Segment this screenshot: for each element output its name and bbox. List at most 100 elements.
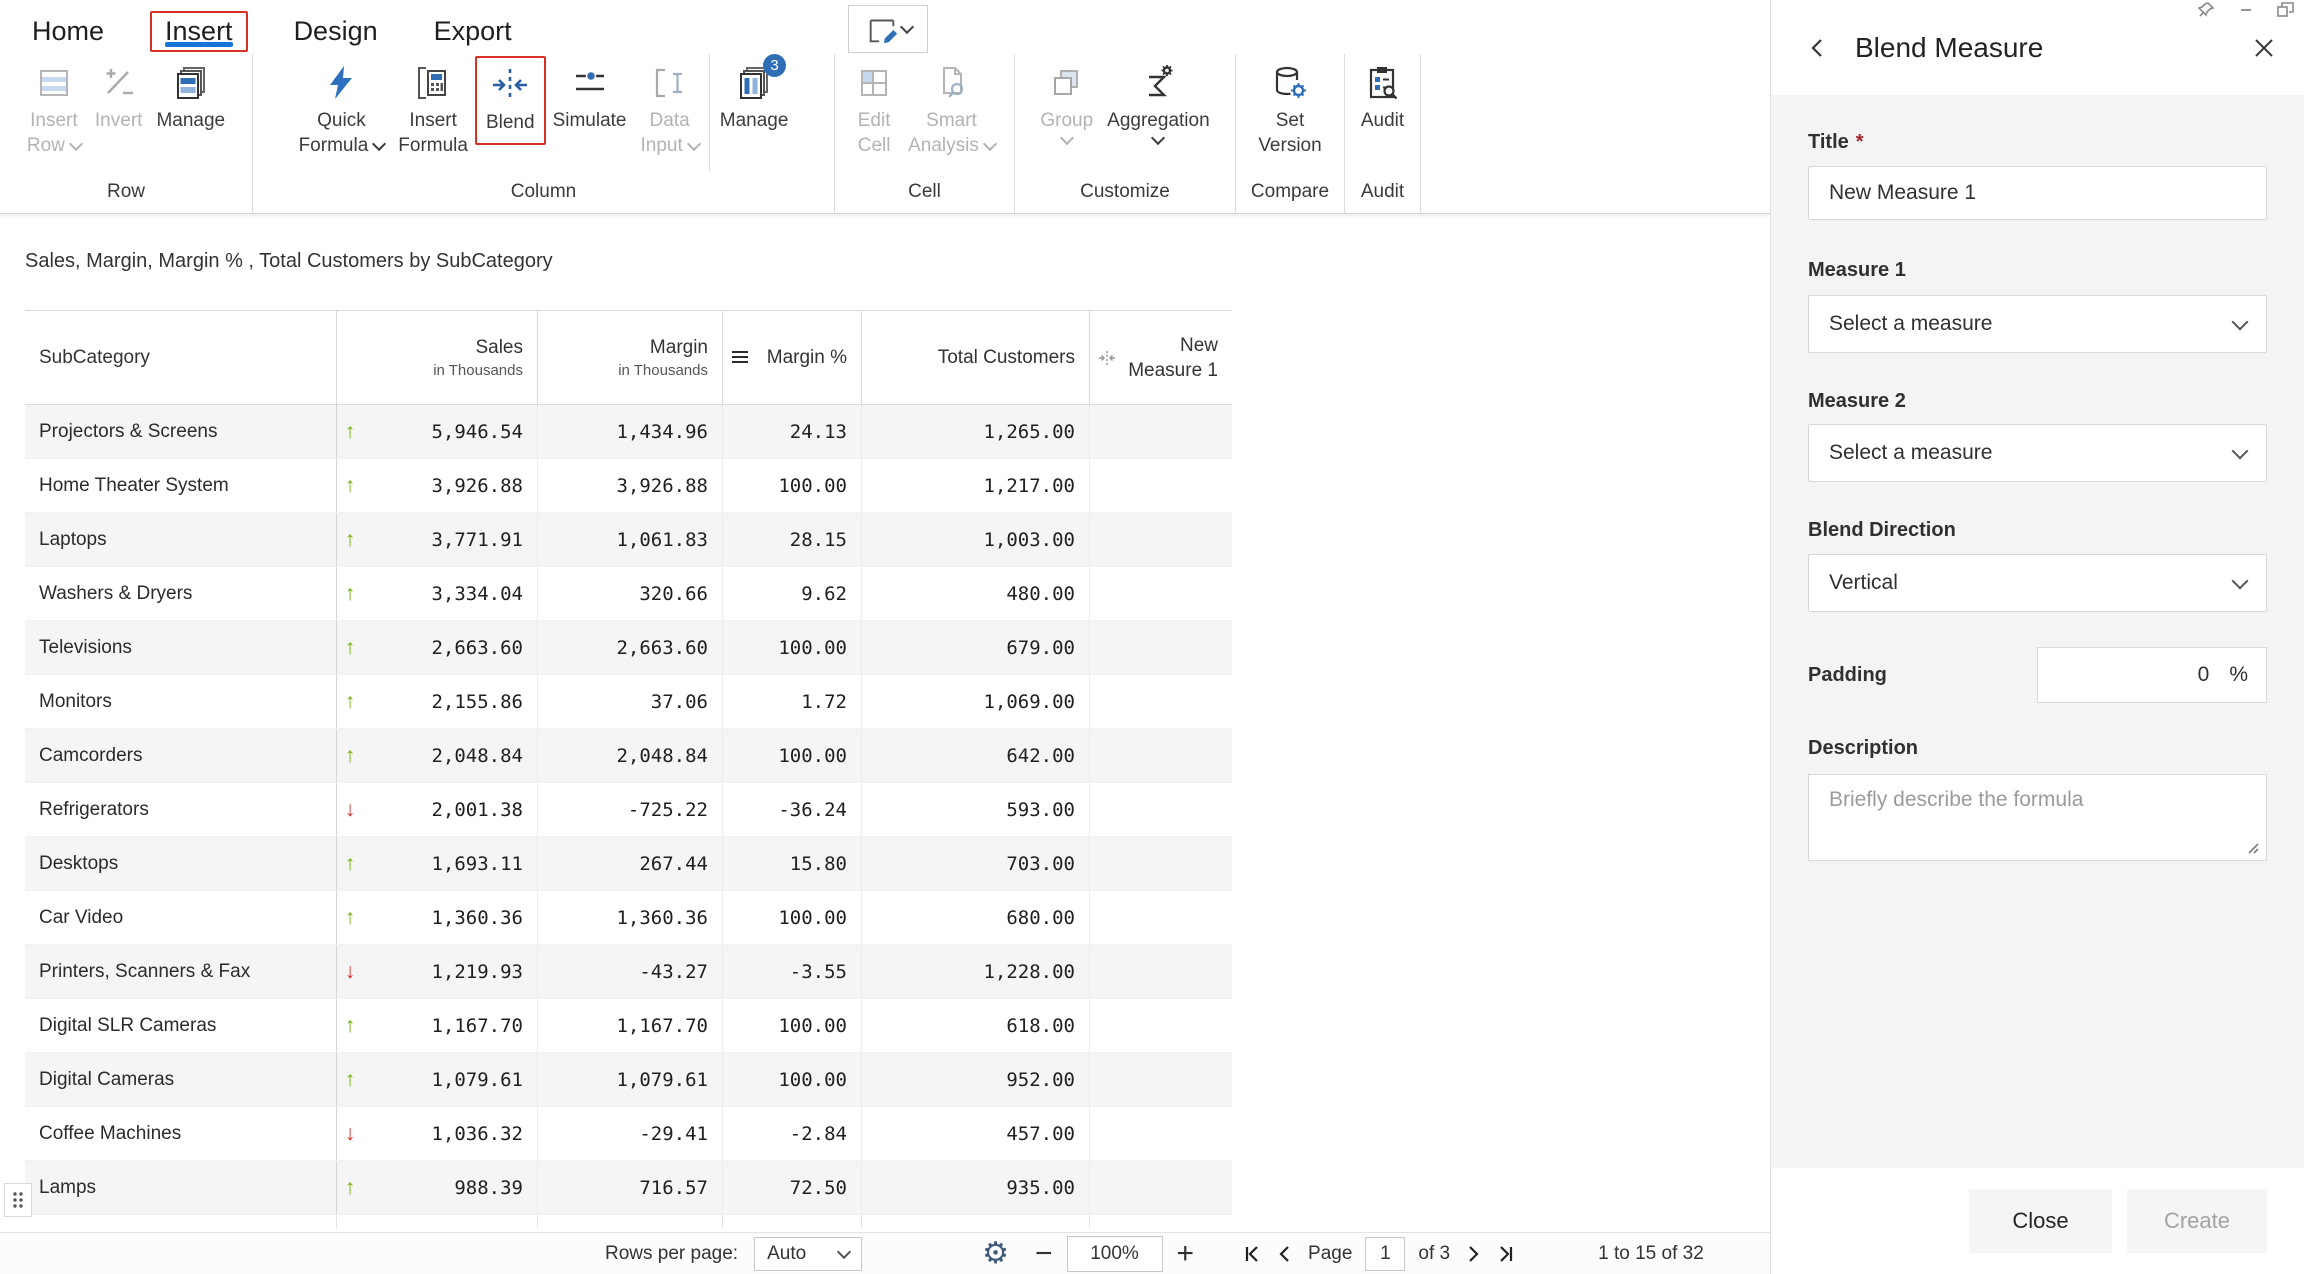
cell-total-customers[interactable]: 1,069.00	[861, 675, 1089, 728]
cell-total-customers[interactable]: 593.00	[861, 783, 1089, 836]
cell-new-measure[interactable]	[1089, 729, 1232, 782]
edit-layout-button[interactable]	[848, 5, 928, 53]
page-number-input[interactable]	[1365, 1237, 1405, 1271]
close-button[interactable]: Close	[1969, 1189, 2112, 1253]
cell-margin[interactable]: -43.27	[537, 945, 722, 998]
cell-new-measure[interactable]	[1089, 1107, 1232, 1160]
edit-cell-button[interactable]: Edit Cell	[847, 54, 901, 158]
measure1-select[interactable]: Select a measure	[1808, 295, 2267, 353]
description-textarea[interactable]: Briefly describe the formula	[1808, 774, 2267, 861]
zoom-out-button[interactable]: −	[1035, 1237, 1053, 1271]
cell-new-measure[interactable]	[1089, 837, 1232, 890]
column-header-new-measure[interactable]: NewMeasure 1	[1089, 311, 1232, 404]
cell-margin-pct[interactable]: 100.00	[722, 729, 861, 782]
first-page-button[interactable]	[1242, 1244, 1262, 1264]
cell-total-customers[interactable]: 457.00	[861, 1107, 1089, 1160]
cell-subcategory[interactable]: Car Video	[25, 891, 336, 944]
cell-new-measure[interactable]	[1089, 1053, 1232, 1106]
cell-new-measure[interactable]	[1089, 999, 1232, 1052]
blend-button[interactable]: Blend	[475, 56, 546, 145]
cell-total-customers[interactable]: 679.00	[861, 621, 1089, 674]
cell-margin[interactable]: 1,434.96	[537, 405, 722, 458]
cell-margin-pct[interactable]: 72.50	[722, 1161, 861, 1214]
set-version-button[interactable]: Set Version	[1251, 54, 1328, 158]
aggregation-button[interactable]: Aggregation	[1100, 54, 1216, 147]
cell-margin[interactable]: 1,061.83	[537, 513, 722, 566]
measure2-select[interactable]: Select a measure	[1808, 424, 2267, 482]
cell-total-customers[interactable]: 703.00	[861, 837, 1089, 890]
cell-total-customers[interactable]: 1,228.00	[861, 945, 1089, 998]
cell-new-measure[interactable]	[1089, 891, 1232, 944]
cell-margin[interactable]: -725.22	[537, 783, 722, 836]
tab-insert[interactable]: Insert	[150, 11, 248, 52]
cell-subcategory[interactable]: Digital SLR Cameras	[25, 999, 336, 1052]
row-drag-handle[interactable]	[4, 1183, 32, 1217]
cell-subcategory[interactable]: Lamps	[25, 1161, 336, 1214]
resize-handle-icon[interactable]	[2246, 841, 2260, 855]
column-header-sales[interactable]: Salesin Thousands	[336, 311, 537, 404]
minimize-icon[interactable]	[2239, 2, 2253, 17]
back-button[interactable]	[1807, 36, 1829, 60]
cell-margin[interactable]: 2,663.60	[537, 621, 722, 674]
cell-margin-pct[interactable]: 100.00	[722, 999, 861, 1052]
cell-sales[interactable]: 1,079.61	[336, 1053, 537, 1106]
cell-new-measure[interactable]	[1089, 459, 1232, 512]
title-input[interactable]	[1808, 166, 2267, 220]
cell-subcategory[interactable]: Projectors & Screens	[25, 405, 336, 458]
cell-subcategory[interactable]: Digital Cameras	[25, 1053, 336, 1106]
close-panel-button[interactable]	[2252, 36, 2276, 60]
cell-sales[interactable]: 1,036.32	[336, 1107, 537, 1160]
cell-sales[interactable]: 5,946.54	[336, 405, 537, 458]
cell-sales[interactable]: 988.39	[336, 1161, 537, 1214]
cell-subcategory[interactable]: Printers, Scanners & Fax	[25, 945, 336, 998]
cell-total-customers[interactable]: 1,217.00	[861, 459, 1089, 512]
cell-margin[interactable]: 716.57	[537, 1161, 722, 1214]
manage-rows-button[interactable]: Manage	[149, 54, 232, 133]
cell-margin-pct[interactable]: 100.00	[722, 621, 861, 674]
cell-new-measure[interactable]	[1089, 567, 1232, 620]
simulate-button[interactable]: Simulate	[546, 54, 634, 133]
cell-sales[interactable]: 3,771.91	[336, 513, 537, 566]
cell-margin[interactable]: 267.44	[537, 837, 722, 890]
cell-subcategory[interactable]: Televisions	[25, 621, 336, 674]
cell-sales[interactable]: 1,219.93	[336, 945, 537, 998]
column-header-margin-pct[interactable]: Margin %	[722, 311, 861, 404]
cell-margin-pct[interactable]: 100.00	[722, 891, 861, 944]
cell-subcategory[interactable]: Desktops	[25, 837, 336, 890]
cell-total-customers[interactable]: 935.00	[861, 1161, 1089, 1214]
column-header-margin[interactable]: Marginin Thousands	[537, 311, 722, 404]
quick-formula-button[interactable]: Quick Formula	[292, 54, 392, 158]
column-header-total-customers[interactable]: Total Customers	[861, 311, 1089, 404]
insert-formula-button[interactable]: Insert Formula	[391, 54, 475, 158]
cell-sales[interactable]: 3,334.04	[336, 567, 537, 620]
cell-new-measure[interactable]	[1089, 1161, 1232, 1214]
cell-subcategory[interactable]: Washers & Dryers	[25, 567, 336, 620]
cell-sales[interactable]: 1,360.36	[336, 891, 537, 944]
cell-sales[interactable]: 2,048.84	[336, 729, 537, 782]
invert-button[interactable]: Invert	[88, 54, 150, 133]
cell-margin-pct[interactable]: 15.80	[722, 837, 861, 890]
cell-margin[interactable]: 1,079.61	[537, 1053, 722, 1106]
cell-new-measure[interactable]	[1089, 675, 1232, 728]
cell-margin[interactable]: -29.41	[537, 1107, 722, 1160]
tab-home[interactable]: Home	[22, 13, 114, 50]
cell-margin-pct[interactable]: -3.55	[722, 945, 861, 998]
cell-total-customers[interactable]: 1,003.00	[861, 513, 1089, 566]
cell-new-measure[interactable]	[1089, 405, 1232, 458]
cell-subcategory[interactable]: Home Theater System	[25, 459, 336, 512]
create-button[interactable]: Create	[2127, 1189, 2267, 1253]
cell-subcategory[interactable]: Refrigerators	[25, 783, 336, 836]
cell-subcategory[interactable]: Coffee Machines	[25, 1107, 336, 1160]
data-input-button[interactable]: Data Input	[633, 54, 705, 158]
smart-analysis-button[interactable]: Smart Analysis	[901, 54, 1002, 158]
cell-total-customers[interactable]: 480.00	[861, 567, 1089, 620]
blend-direction-select[interactable]: Vertical	[1808, 554, 2267, 612]
cell-total-customers[interactable]: 952.00	[861, 1053, 1089, 1106]
zoom-in-button[interactable]: +	[1177, 1237, 1195, 1271]
cell-sales[interactable]: 2,663.60	[336, 621, 537, 674]
pin-off-icon[interactable]	[2198, 2, 2215, 17]
last-page-button[interactable]	[1496, 1244, 1516, 1264]
cell-total-customers[interactable]: 642.00	[861, 729, 1089, 782]
previous-page-button[interactable]	[1275, 1244, 1295, 1264]
cell-margin-pct[interactable]: 9.62	[722, 567, 861, 620]
